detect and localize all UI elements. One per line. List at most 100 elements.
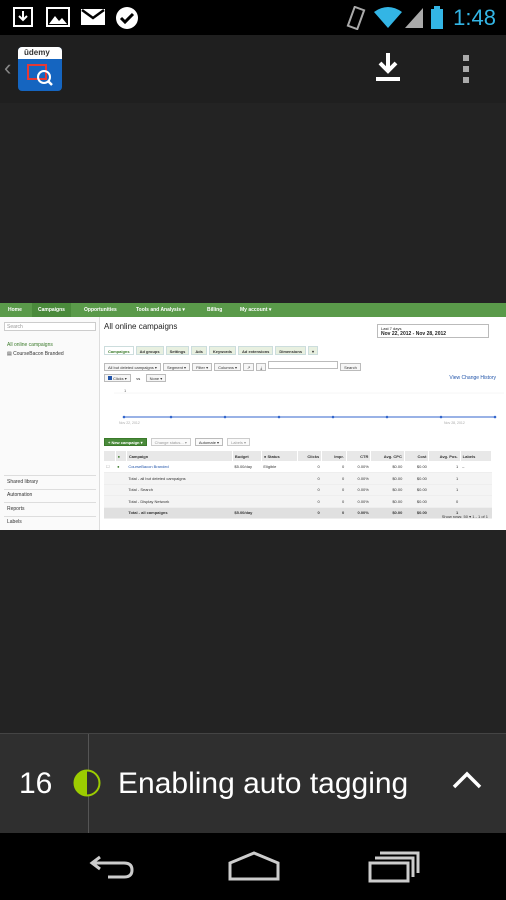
table-pager: Show rows: 50 ▾ 1 - 1 of 1	[441, 514, 488, 519]
row-status	[261, 484, 298, 496]
row-cpc: $0.00	[370, 472, 405, 485]
download-notification-icon	[13, 7, 33, 27]
row-ctr: 0.00%	[346, 461, 371, 473]
lesson-number: 16	[19, 767, 53, 800]
row-budget	[232, 484, 262, 496]
row-checkbox: ☐	[104, 461, 116, 473]
home-icon[interactable]	[227, 851, 281, 883]
performance-chart: 1 Nov 22, 2012 Nov 28, 2012	[114, 388, 504, 425]
sidebar-labels: Labels	[7, 519, 22, 525]
automate-button: Automate ▾	[194, 438, 224, 446]
overflow-menu-icon[interactable]	[460, 53, 472, 85]
course-thumbnail-icon	[27, 64, 53, 86]
nav-tools: Tools and Analysis ▾	[136, 307, 185, 313]
row-cpc: $0.00	[370, 461, 405, 473]
chart-icon: ↗	[243, 363, 255, 371]
download-icon[interactable]	[373, 51, 403, 83]
row-checkbox	[104, 495, 116, 508]
table-header: ● Campaign Budget ● Status Clicks Impr. …	[104, 451, 493, 461]
row-status-dot	[115, 507, 127, 519]
col-labels: Labels	[460, 451, 493, 461]
col-impr: Impr.	[321, 451, 347, 461]
date-range: Last 7 days Nov 22, 2012 - Nov 28, 2012	[377, 324, 489, 338]
table-row: ☐ ● CourseBacon Branded $5.00/day Eligible 0 0…	[104, 461, 492, 473]
row-budget	[232, 472, 262, 485]
page-title: All online campaigns	[104, 322, 178, 331]
lesson-progress-icon	[73, 769, 101, 797]
nav-opportunities: Opportunities	[84, 307, 117, 313]
row-ctr: 0.00%	[346, 484, 371, 496]
row-labels	[460, 484, 492, 496]
row-clicks: 0	[297, 461, 322, 473]
nav-billing: Billing	[207, 307, 223, 313]
col-cost: Cost	[404, 451, 430, 461]
navigation-bar	[0, 833, 506, 900]
metric-none: None ▾	[145, 374, 167, 382]
col-ctr: CTR	[346, 451, 372, 461]
gmail-notification-icon	[81, 8, 105, 25]
view-change-history: View Change History	[449, 375, 496, 381]
row-impr: 0	[321, 472, 347, 485]
row-clicks: 0	[297, 484, 322, 496]
row-status	[261, 495, 298, 508]
labels-button: Labels ▾	[227, 438, 250, 446]
chevron-up-icon[interactable]	[452, 770, 482, 790]
row-campaign: Total - Search	[126, 484, 233, 496]
tab-dimensions: Dimensions	[275, 346, 307, 355]
check-notification-icon	[116, 7, 138, 29]
col-campaign: Campaign	[126, 451, 233, 461]
row-impr: 0	[321, 495, 347, 508]
row-cpc: $0.00	[370, 495, 405, 508]
campaigns-table: ● Campaign Budget ● Status Clicks Impr. …	[104, 451, 493, 519]
segment-button: Segment ▾	[162, 363, 191, 371]
chart-start-date: Nov 22, 2012	[119, 421, 140, 425]
row-clicks: 0	[297, 472, 322, 485]
back-icon[interactable]	[88, 851, 136, 881]
row-checkbox	[104, 472, 116, 485]
up-caret-icon[interactable]: ‹	[4, 55, 11, 81]
tab-settings: Settings	[165, 346, 190, 355]
row-labels	[460, 495, 492, 508]
search-button: Search	[340, 363, 361, 371]
row-cpc: $0.00	[370, 507, 405, 519]
sidebar-divider	[4, 502, 96, 503]
table-row: Total - Display Network 0 0 0.00% $0.00 $0.00…	[104, 495, 492, 508]
sidebar-shared-library: Shared library	[7, 479, 39, 485]
slide-viewer[interactable]: Home Campaigns Opportunities Tools and A…	[0, 103, 506, 733]
sidebar-automation: Automation	[7, 492, 33, 498]
nav-my-account: My account ▾	[240, 307, 272, 313]
change-status-button: Change status... ▾	[150, 438, 191, 446]
recent-apps-icon[interactable]	[368, 851, 420, 883]
row-pos: 1	[428, 484, 461, 496]
row-budget: $5.00/day	[232, 461, 262, 473]
clock: 1:48	[453, 5, 496, 30]
row-status-dot	[115, 484, 127, 496]
vibrate-icon	[346, 6, 366, 30]
adwords-controls: All but deleted campaigns ▾ Segment ▾ Filt…	[104, 361, 363, 371]
signal-icon	[405, 8, 423, 28]
row-checkbox	[104, 507, 116, 519]
col-select	[104, 451, 116, 461]
row-clicks: 0	[297, 507, 322, 519]
app-logo[interactable]: ûdemy	[18, 47, 62, 91]
adwords-nav: Home Campaigns Opportunities Tools and A…	[0, 303, 506, 317]
battery-icon	[431, 6, 443, 29]
sidebar-search: Search	[4, 322, 96, 331]
download-report-icon: ⤓	[256, 363, 267, 371]
nav-campaigns: Campaigns	[32, 303, 71, 317]
row-checkbox	[104, 484, 116, 496]
date-range-value: Nov 22, 2012 - Nov 28, 2012	[381, 331, 447, 337]
row-pos: 0	[428, 495, 461, 508]
adwords-sidebar: Search All online campaigns ▤ CourseBaco…	[0, 317, 100, 530]
row-cost: $0.00	[404, 472, 429, 485]
row-budget: $5.00/day	[232, 507, 262, 519]
lesson-title: Enabling auto tagging	[118, 767, 409, 800]
metric-selector: Clicks ▾ vs None ▾	[104, 374, 170, 382]
sidebar-reports: Reports	[7, 506, 25, 512]
search-input	[268, 361, 339, 369]
tab-ad-groups: Ad groups	[135, 346, 164, 355]
row-cost: $0.00	[404, 484, 429, 496]
tab-campaigns: Campaigns	[104, 346, 134, 355]
row-ctr: 0.00%	[346, 472, 371, 485]
row-campaign: Total - Display Network	[126, 495, 233, 508]
